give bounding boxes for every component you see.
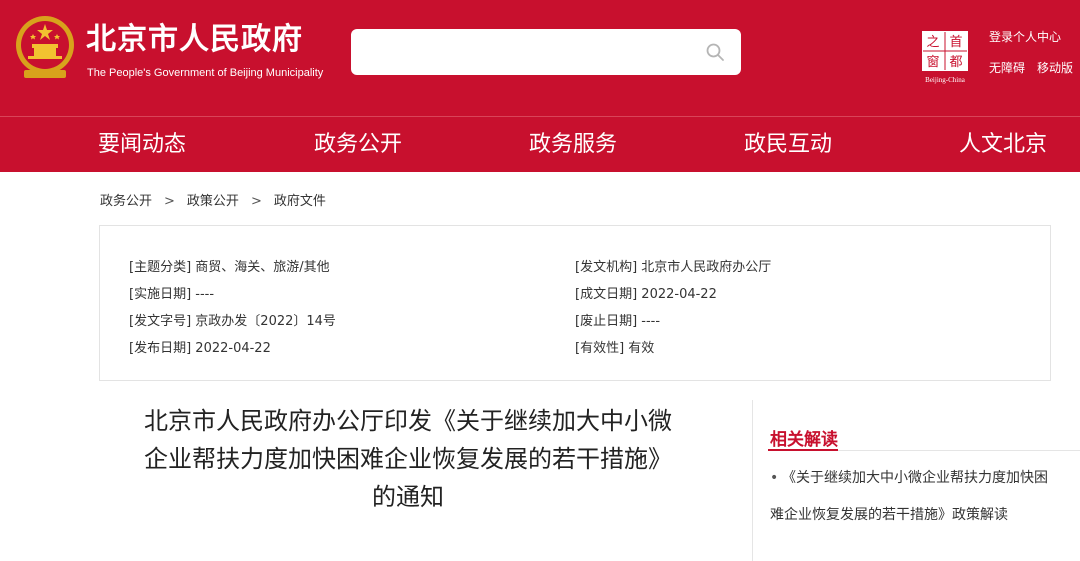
meta-publish-date: [发布日期] 2022-04-22 [129, 341, 271, 356]
svg-text:首: 首 [949, 35, 962, 50]
article-title-line: 的通知 [372, 483, 444, 511]
accessibility-link[interactable]: 无障碍 [989, 59, 1025, 76]
search-input[interactable] [363, 29, 693, 75]
meta-repeal-date: [废止日期] ---- [575, 314, 661, 329]
capital-window-logo[interactable]: 首 都 之 窗 Beijing-China [918, 28, 972, 84]
svg-text:之: 之 [926, 35, 939, 50]
meta-written-date: [成文日期] 2022-04-22 [575, 287, 717, 302]
column-divider [752, 400, 753, 561]
nav-item-news[interactable]: 要闻动态 [98, 117, 186, 173]
breadcrumb-item[interactable]: 政府文件 [274, 194, 326, 209]
mobile-version-link[interactable]: 移动版 [1037, 59, 1073, 76]
meta-validity: [有效性] 有效 [575, 341, 655, 356]
site-subtitle: The People's Government of Beijing Munic… [87, 67, 324, 79]
nav-item-interaction[interactable]: 政民互动 [744, 117, 832, 173]
related-item-link[interactable]: 《关于继续加大中小微企业帮扶力度加快困难企业恢复发展的若干措施》政策解读 [770, 470, 1048, 523]
svg-text:都: 都 [949, 55, 962, 70]
breadcrumb-item[interactable]: 政策公开 [187, 194, 239, 209]
document-meta-box: [主题分类] 商贸、海关、旅游/其他 [发文机构] 北京市人民政府办公厅 [实施… [99, 225, 1051, 381]
breadcrumb-item[interactable]: 政务公开 [100, 194, 152, 209]
meta-effective-date: [实施日期] ---- [129, 287, 215, 302]
related-heading: 相关解读 [770, 430, 838, 450]
svg-text:Beijing-China: Beijing-China [925, 76, 966, 84]
login-link[interactable]: 登录个人中心 [989, 28, 1061, 45]
search-icon[interactable] [705, 42, 725, 62]
site-header: 北京市人民政府 The People's Government of Beiji… [0, 0, 1080, 116]
nav-item-gov-affairs-open[interactable]: 政务公开 [314, 117, 402, 173]
related-heading-accent [768, 449, 838, 451]
article-title-line: 北京市人民政府办公厅印发《关于继续加大中小微 [144, 407, 672, 435]
meta-topic: [主题分类] 商贸、海关、旅游/其他 [129, 260, 330, 275]
svg-text:窗: 窗 [926, 54, 939, 70]
bullet-icon: • [770, 470, 779, 486]
site-title[interactable]: 北京市人民政府 [86, 22, 303, 58]
search-box[interactable] [351, 29, 741, 75]
main-nav: 要闻动态 政务公开 政务服务 政民互动 人文北京 [0, 116, 1080, 172]
breadcrumb: 政务公开 > 政策公开 > 政府文件 [100, 190, 326, 209]
nav-item-culture[interactable]: 人文北京 [959, 117, 1047, 173]
national-emblem-icon[interactable] [14, 14, 76, 80]
meta-issuer: [发文机构] 北京市人民政府办公厅 [575, 260, 772, 275]
related-item[interactable]: • 《关于继续加大中小微企业帮扶力度加快困难企业恢复发展的若干措施》政策解读 [770, 460, 1060, 534]
nav-item-gov-services[interactable]: 政务服务 [529, 117, 617, 173]
breadcrumb-separator: > [250, 194, 262, 209]
breadcrumb-separator: > [164, 194, 175, 209]
article-title: 北京市人民政府办公厅印发《关于继续加大中小微 企业帮扶力度加快困难企业恢复发展的… [104, 402, 712, 516]
meta-doc-number: [发文字号] 京政办发〔2022〕14号 [129, 314, 336, 329]
article-title-line: 企业帮扶力度加快困难企业恢复发展的若干措施》 [144, 445, 672, 473]
